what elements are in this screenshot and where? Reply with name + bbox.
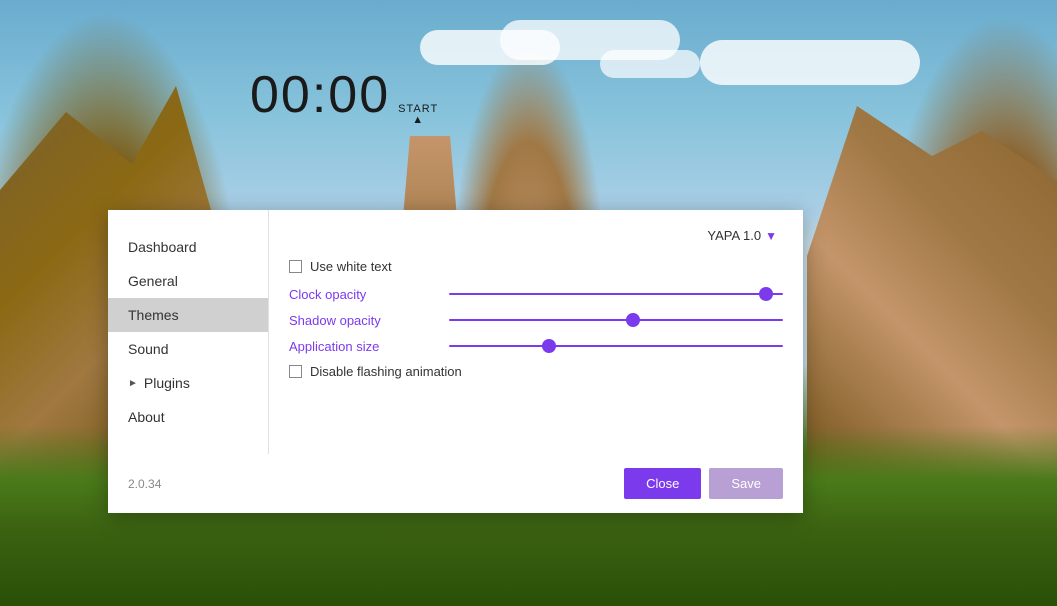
clock-opacity-thumb[interactable]: [759, 287, 773, 301]
theme-dropdown[interactable]: YAPA 1.0 ▼: [701, 226, 783, 245]
shadow-opacity-track: [449, 319, 783, 321]
dialog-footer: 2.0.34 Close Save: [108, 454, 803, 513]
application-size-slider[interactable]: [449, 338, 783, 354]
clock-start-label: START ▲: [398, 104, 438, 126]
sidebar-item-dashboard[interactable]: Dashboard: [108, 230, 268, 264]
clock-opacity-row: Clock opacity: [289, 286, 783, 302]
save-button[interactable]: Save: [709, 468, 783, 499]
use-white-text-checkbox[interactable]: [289, 260, 302, 273]
dropdown-arrow-icon: ▼: [765, 229, 777, 243]
clock-opacity-slider[interactable]: [449, 286, 783, 302]
application-size-thumb[interactable]: [542, 339, 556, 353]
application-size-track: [449, 345, 783, 347]
sidebar-item-about[interactable]: About: [108, 400, 268, 434]
sidebar: Dashboard General Themes Sound ► Plugins…: [108, 210, 268, 454]
cloud-3: [600, 50, 700, 78]
shadow-opacity-thumb[interactable]: [626, 313, 640, 327]
clock-time: 00:00: [250, 65, 390, 125]
sidebar-item-general[interactable]: General: [108, 264, 268, 298]
content-area: YAPA 1.0 ▼ Use white text Clock opacity: [268, 210, 803, 454]
close-button[interactable]: Close: [624, 468, 701, 499]
theme-selector-row: YAPA 1.0 ▼: [289, 226, 783, 245]
chevron-icon: ►: [128, 378, 138, 389]
sidebar-item-sound[interactable]: Sound: [108, 332, 268, 366]
cloud-4: [700, 40, 920, 85]
dialog-body: Dashboard General Themes Sound ► Plugins…: [108, 210, 803, 454]
clock-display: 00:00 START ▲: [250, 65, 438, 126]
disable-flashing-label: Disable flashing animation: [310, 364, 462, 379]
use-white-text-row: Use white text: [289, 259, 783, 274]
application-size-row: Application size: [289, 338, 783, 354]
footer-buttons: Close Save: [624, 468, 783, 499]
sidebar-item-plugins[interactable]: ► Plugins: [108, 366, 268, 400]
disable-flashing-row: Disable flashing animation: [289, 364, 783, 379]
version-text: 2.0.34: [128, 477, 161, 491]
settings-dialog: Dashboard General Themes Sound ► Plugins…: [108, 210, 803, 513]
shadow-opacity-row: Shadow opacity: [289, 312, 783, 328]
sidebar-item-themes[interactable]: Themes: [108, 298, 268, 332]
use-white-text-label: Use white text: [310, 259, 392, 274]
clock-opacity-track: [449, 293, 783, 295]
shadow-opacity-label: Shadow opacity: [289, 313, 449, 328]
disable-flashing-checkbox[interactable]: [289, 365, 302, 378]
clock-opacity-label: Clock opacity: [289, 287, 449, 302]
shadow-opacity-slider[interactable]: [449, 312, 783, 328]
application-size-label: Application size: [289, 339, 449, 354]
